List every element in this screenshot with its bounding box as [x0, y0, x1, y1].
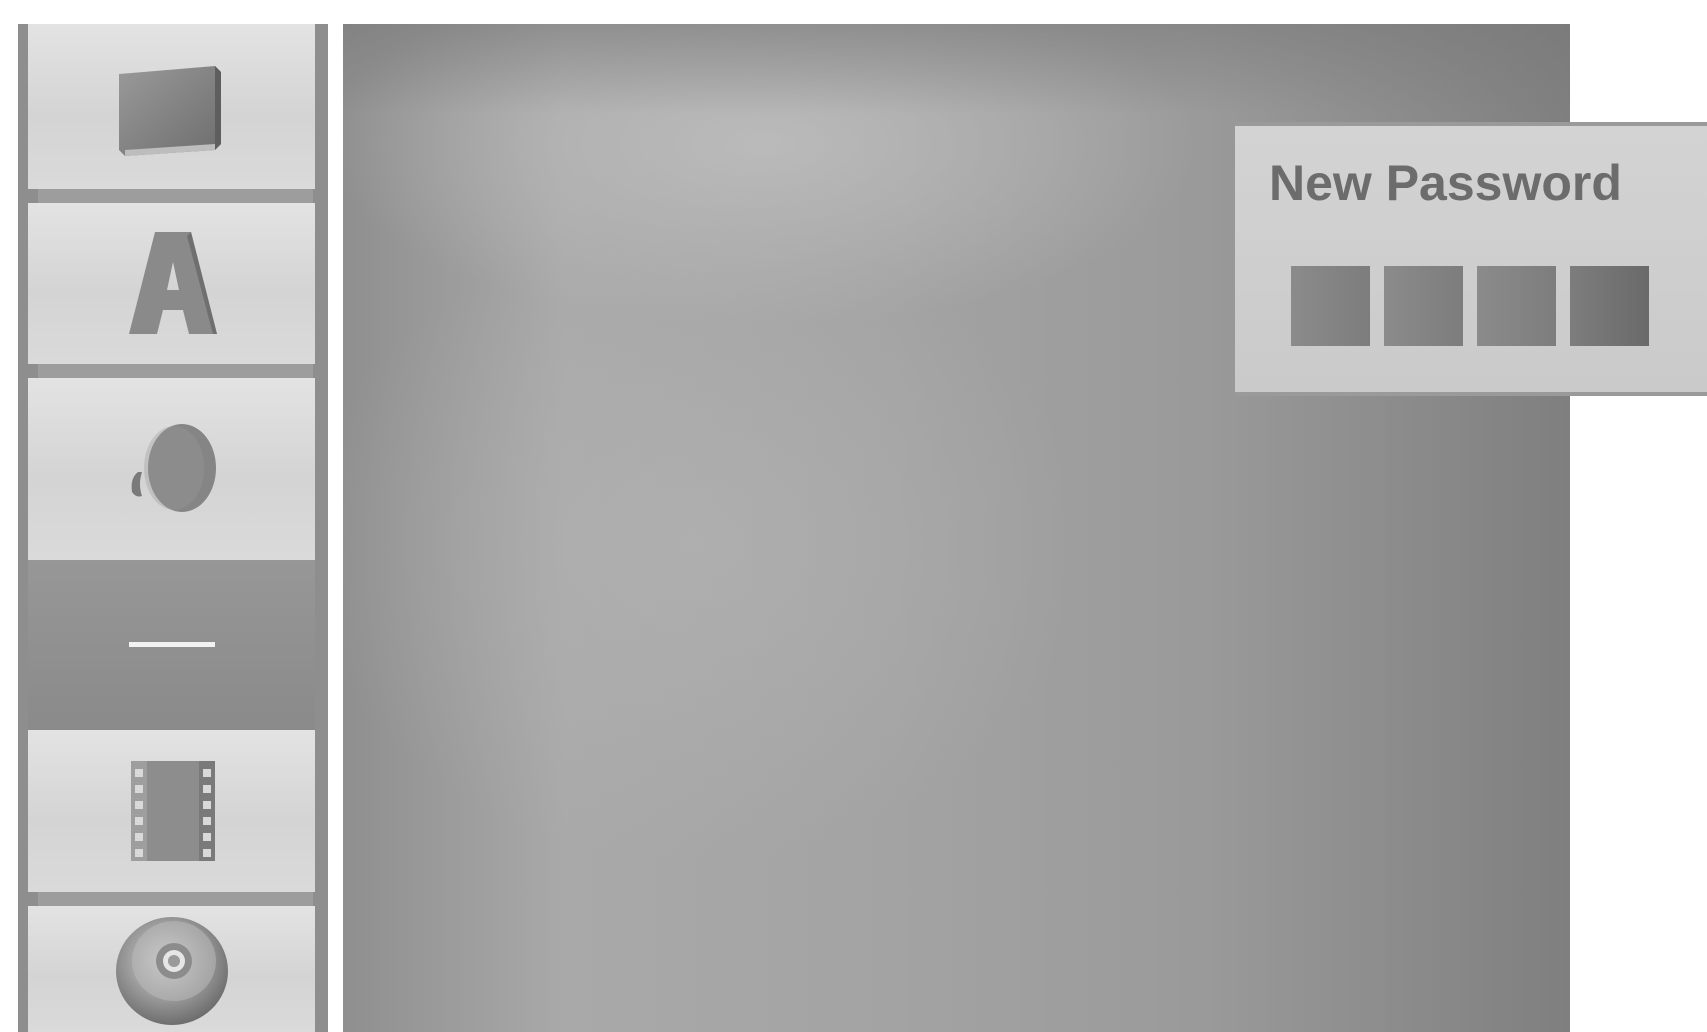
password-digit-3[interactable]	[1477, 266, 1556, 346]
sidebar-items	[28, 24, 315, 1032]
sidebar	[18, 24, 328, 1032]
sidebar-item-recording[interactable]	[28, 730, 315, 892]
lock-dash-icon	[128, 642, 215, 647]
film-strip-icon	[130, 761, 215, 861]
disc-icon	[115, 917, 228, 1025]
new-password-dialog: New Password	[1235, 122, 1707, 396]
language-a-icon	[128, 231, 217, 334]
password-digit-1[interactable]	[1291, 266, 1370, 346]
password-digit-fields[interactable]	[1291, 266, 1649, 346]
dialog-title: New Password	[1269, 155, 1622, 211]
disc-tray-icon	[118, 65, 221, 156]
password-digit-4[interactable]	[1570, 266, 1649, 346]
sidebar-item-disc[interactable]	[28, 906, 315, 1032]
password-digit-2[interactable]	[1384, 266, 1463, 346]
sidebar-item-general[interactable]	[28, 24, 315, 189]
setup-menu-screen: New Password	[0, 0, 1707, 1032]
sidebar-item-language[interactable]	[28, 203, 315, 364]
sidebar-item-lock[interactable]	[28, 560, 315, 730]
sidebar-divider	[38, 364, 313, 378]
speaker-icon	[131, 424, 216, 512]
sidebar-divider	[38, 892, 313, 906]
sidebar-divider	[38, 189, 313, 203]
sidebar-item-audio[interactable]	[28, 378, 315, 560]
